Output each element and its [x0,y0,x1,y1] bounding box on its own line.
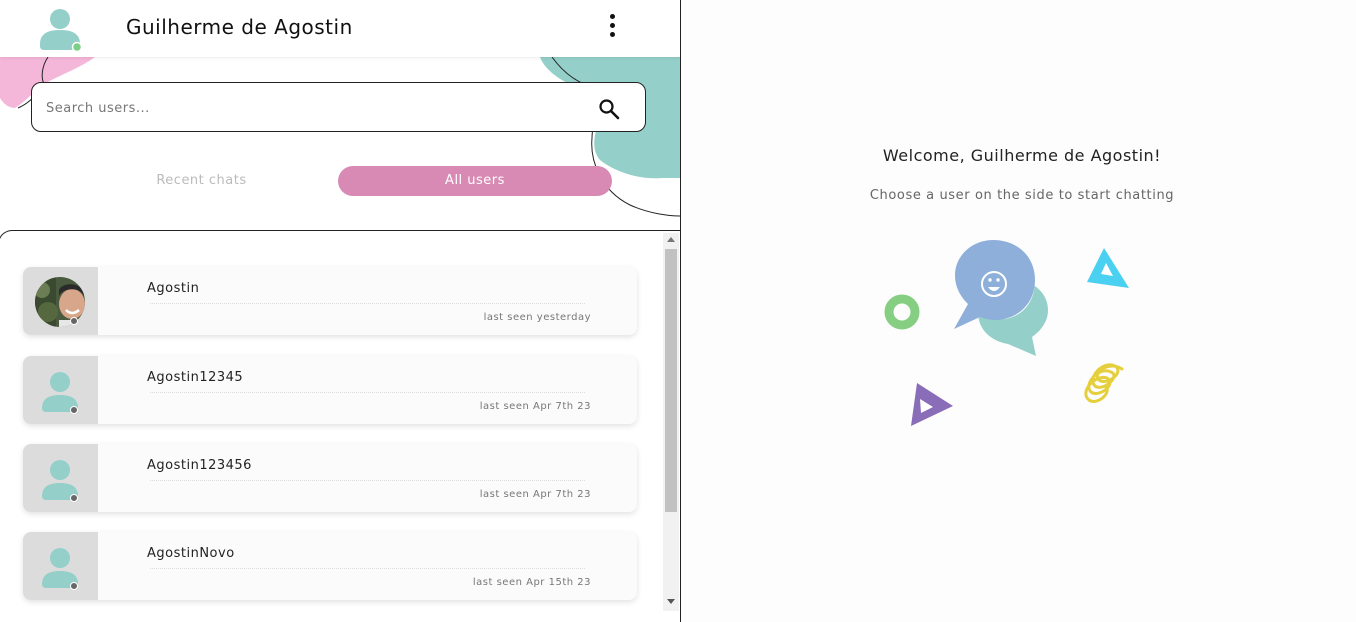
divider [150,303,585,304]
status-dot [70,406,78,414]
more-vertical-icon[interactable] [602,12,624,42]
avatar [23,267,98,335]
spring-shape [1084,363,1124,403]
user-list-item[interactable]: Agostin last seen yesterday [23,267,637,335]
avatar [23,444,98,512]
user-list-item[interactable]: AgostinNovo last seen Apr 15th 23 [23,532,637,600]
tab-all-users[interactable]: All users [338,166,612,196]
last-seen: last seen yesterday [483,312,591,323]
scroll-up-icon[interactable] [667,237,675,242]
last-seen: last seen Apr 15th 23 [472,577,591,588]
welcome-title: Welcome, Guilherme de Agostin! [882,146,1162,165]
chat-header: Guilherme de Agostin [0,0,680,57]
current-user-name: Guilherme de Agostin [126,15,353,39]
divider [150,392,585,393]
scroll-down-icon[interactable] [667,599,675,604]
divider [150,568,585,569]
user-name: Agostin12345 [147,370,244,385]
scroll-thumb[interactable] [665,249,677,512]
user-list-item[interactable]: Agostin12345 last seen Apr 7th 23 [23,356,637,424]
user-name: Agostin [147,281,200,296]
divider [150,480,585,481]
user-list-item[interactable]: Agostin123456 last seen Apr 7th 23 [23,444,637,512]
welcome-subtitle: Choose a user on the side to start chatt… [869,188,1175,203]
user-avatar-icon [42,548,78,588]
search-icon[interactable] [598,98,620,120]
sidebar-panel: Guilherme de Agostin Recent chats All us… [0,0,681,622]
search-input[interactable] [46,97,566,119]
chat-illustration [884,239,1129,426]
search-bar [31,82,646,132]
status-dot [70,582,78,590]
user-photo [35,277,85,327]
user-avatar-icon[interactable] [38,6,82,52]
chat-panel: Welcome, Guilherme de Agostin! Choose a … [681,0,1356,622]
last-seen: last seen Apr 7th 23 [479,401,591,412]
status-dot [70,317,78,325]
avatar [23,532,98,600]
user-avatar-icon [42,460,78,500]
user-name: AgostinNovo [147,546,235,561]
scrollbar[interactable] [663,233,679,611]
purple-triangle-icon [911,383,953,426]
user-avatar-icon [42,372,78,412]
user-name: Agostin123456 [147,458,252,473]
status-dot [70,494,78,502]
last-seen: last seen Apr 7th 23 [479,489,591,500]
tab-recent-chats[interactable]: Recent chats [65,166,338,196]
ring-shape [884,294,920,330]
avatar [23,356,98,424]
